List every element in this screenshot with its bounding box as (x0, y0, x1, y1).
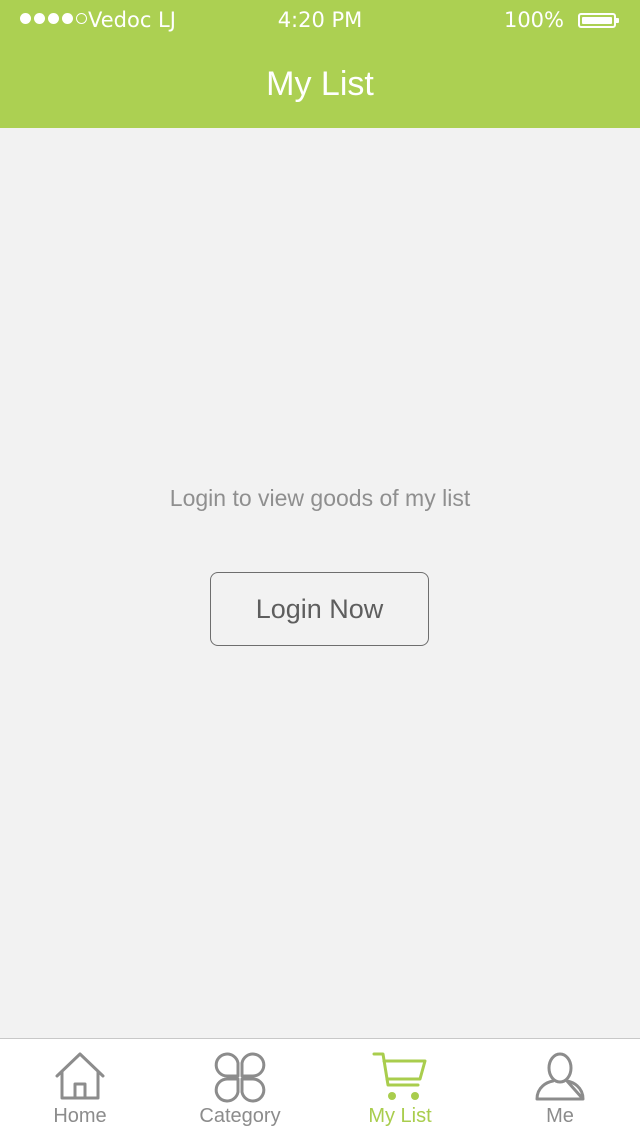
tab-home-label: Home (53, 1105, 107, 1127)
tab-bar: Home Category My List Me (0, 1038, 640, 1136)
login-prompt-text: Login to view goods of my list (169, 485, 471, 511)
tab-my-list[interactable]: My List (320, 1039, 480, 1136)
category-icon (214, 1052, 266, 1103)
tab-me-label: Me (546, 1105, 574, 1127)
tab-my-list-label: My List (368, 1105, 432, 1127)
battery-percent: 100% (503, 8, 564, 32)
cart-icon (372, 1052, 427, 1100)
app-screen: Vedoc LJ 4:20 PM 100% My List Login to v… (0, 0, 640, 1136)
top-bar: Vedoc LJ 4:20 PM 100% My List (0, 0, 640, 128)
battery-icon (578, 13, 619, 28)
tab-home[interactable]: Home (0, 1039, 160, 1136)
home-icon (55, 1052, 105, 1100)
tab-me[interactable]: Me (480, 1039, 640, 1136)
login-now-button[interactable]: Login Now (210, 572, 429, 646)
tab-category[interactable]: Category (160, 1039, 320, 1136)
page-title: My List (266, 65, 374, 103)
person-icon (535, 1052, 585, 1101)
tab-category-label: Category (199, 1105, 281, 1127)
status-bar: Vedoc LJ 4:20 PM 100% (0, 0, 640, 40)
